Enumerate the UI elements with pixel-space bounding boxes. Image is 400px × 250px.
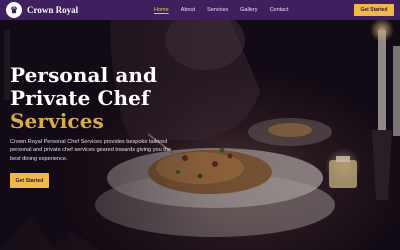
nav-link-services[interactable]: Services (201, 7, 234, 13)
nav-link-gallery[interactable]: Gallery (234, 7, 263, 13)
nav-get-started-button[interactable]: Get Started (354, 4, 394, 16)
hero-get-started-button[interactable]: Get Started (10, 173, 49, 188)
hero-title-line1: Personal and (10, 63, 158, 87)
hero-description: Crown Royal Personal Chef Services provi… (10, 139, 172, 162)
nav-links: Home About Services Gallery Contact (148, 0, 295, 20)
hero-section: ♛ Crown Royal Home About Services Galler… (0, 0, 400, 250)
hero-title-line2: Private Chef (10, 86, 150, 110)
brand[interactable]: ♛ Crown Royal (6, 2, 78, 18)
nav-link-about[interactable]: About (175, 7, 201, 13)
crown-logo-icon: ♛ (6, 2, 22, 18)
navbar: ♛ Crown Royal Home About Services Galler… (0, 0, 400, 20)
nav-link-home[interactable]: Home (148, 7, 175, 13)
hero-title-accent: Services (10, 109, 104, 133)
brand-name: Crown Royal (27, 5, 79, 15)
nav-link-contact[interactable]: Contact (264, 7, 295, 13)
hero-title: Personal and Private Chef Services (10, 64, 157, 133)
